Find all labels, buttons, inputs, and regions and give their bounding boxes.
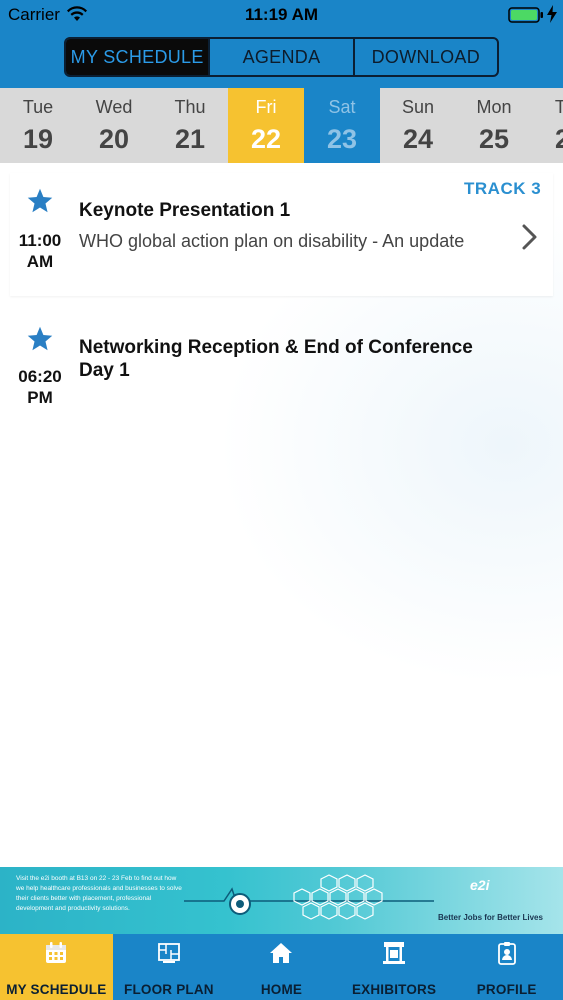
day-name: Tue	[554, 97, 563, 117]
day-number: 21	[174, 124, 206, 154]
day-number: 26	[554, 124, 563, 154]
date-strip: Tue 19 Wed 20 Thu 21 Fri 22 Sat 23 Sun 2…	[0, 88, 563, 163]
home-icon	[270, 943, 293, 963]
day-tue-19[interactable]: Tue 19	[0, 88, 76, 163]
status-time: 11:19 AM	[244, 5, 319, 24]
day-name: Thu	[174, 97, 206, 117]
day-name: Sat	[328, 97, 356, 117]
event-title: Keynote Presentation 1	[79, 200, 291, 221]
tab-exhibitors[interactable]: EXHIBITORS	[338, 934, 451, 1000]
day-thu-21[interactable]: Thu 21	[152, 88, 228, 163]
day-number: 20	[98, 124, 130, 154]
profile-icon	[497, 942, 516, 965]
battery-icon	[508, 7, 543, 23]
charging-bolt-icon	[547, 5, 557, 23]
event-row[interactable]: 06:20 PM Networking Reception & End of C…	[10, 315, 553, 415]
tab-label: PROFILE	[476, 982, 537, 997]
segment-download[interactable]: DOWNLOAD	[355, 39, 497, 75]
event-title: Networking Reception & End of Conference…	[79, 336, 539, 382]
banner-text: Visit the e2i booth at B13 on 22 - 23 Fe…	[16, 875, 182, 912]
segment-agenda[interactable]: AGENDA	[210, 39, 355, 75]
schedule-segmented-control: MY SCHEDULE AGENDA DOWNLOAD	[64, 37, 499, 77]
tab-label: HOME	[260, 982, 303, 997]
day-number: 25	[478, 124, 510, 154]
event-time-value: 11:00	[18, 231, 62, 250]
day-number: 19	[22, 124, 54, 154]
tab-label: MY SCHEDULE	[6, 982, 107, 997]
event-time-period: PM	[27, 388, 53, 407]
day-wed-20[interactable]: Wed 20	[76, 88, 152, 163]
event-row[interactable]: 11:00 AM TRACK 3 Keynote Presentation 1 …	[10, 173, 553, 296]
day-mon-25[interactable]: Mon 25	[456, 88, 532, 163]
event-track: TRACK 3	[464, 179, 542, 198]
event-time: 06:20 PM	[10, 366, 70, 408]
tab-label: FLOOR PLAN	[124, 982, 214, 997]
day-tue-26[interactable]: Tue 26	[532, 88, 563, 163]
event-title-line: Day 1	[79, 360, 130, 381]
status-bar: Carrier 11:19 AM	[0, 0, 563, 30]
sponsor-banner[interactable]: Visit the e2i booth at B13 on 22 - 23 Fe…	[0, 867, 563, 934]
day-number: 24	[402, 124, 434, 154]
tab-label: EXHIBITORS	[351, 982, 437, 997]
app-header: Carrier 11:19 AM MY SCHEDULE AGENDA DOWN…	[0, 0, 563, 88]
day-fri-22[interactable]: Fri 22	[228, 88, 304, 163]
tab-home[interactable]: HOME	[225, 934, 338, 1000]
day-name: Fri	[255, 97, 277, 117]
day-name: Mon	[476, 97, 512, 117]
chevron-right-icon[interactable]	[520, 223, 538, 251]
star-icon[interactable]	[26, 187, 54, 215]
day-sat-23[interactable]: Sat 23	[304, 88, 380, 163]
tab-my-schedule[interactable]: MY SCHEDULE	[0, 934, 113, 1000]
tab-profile[interactable]: PROFILE	[450, 934, 563, 1000]
segment-my-schedule[interactable]: MY SCHEDULE	[66, 39, 211, 75]
day-name: Sun	[401, 97, 435, 117]
stethoscope-hexagon-graphic	[184, 874, 434, 920]
banner-tagline: Better Jobs for Better Lives	[438, 913, 543, 922]
bottom-tab-bar: MY SCHEDULE FLOOR PLAN HOME EXHIBITORS P…	[0, 934, 563, 1000]
calendar-icon	[46, 942, 67, 963]
day-name: Wed	[95, 97, 133, 117]
day-name: Tue	[22, 97, 54, 117]
star-icon[interactable]	[26, 325, 54, 353]
floor-plan-icon	[157, 943, 180, 963]
event-title-line: Networking Reception & End of Conference	[79, 337, 473, 358]
day-number: 23	[326, 124, 358, 154]
event-time-period: AM	[26, 252, 54, 271]
day-sun-24[interactable]: Sun 24	[380, 88, 456, 163]
e2i-logo: e2i	[470, 877, 490, 893]
event-subtitle: WHO global action plan on disability - A…	[79, 231, 465, 251]
tab-floor-plan[interactable]: FLOOR PLAN	[113, 934, 226, 1000]
exhibitors-icon	[383, 942, 406, 964]
event-time: 11:00 AM	[10, 230, 70, 272]
day-number: 22	[250, 124, 282, 154]
event-time-value: 06:20	[18, 367, 62, 386]
